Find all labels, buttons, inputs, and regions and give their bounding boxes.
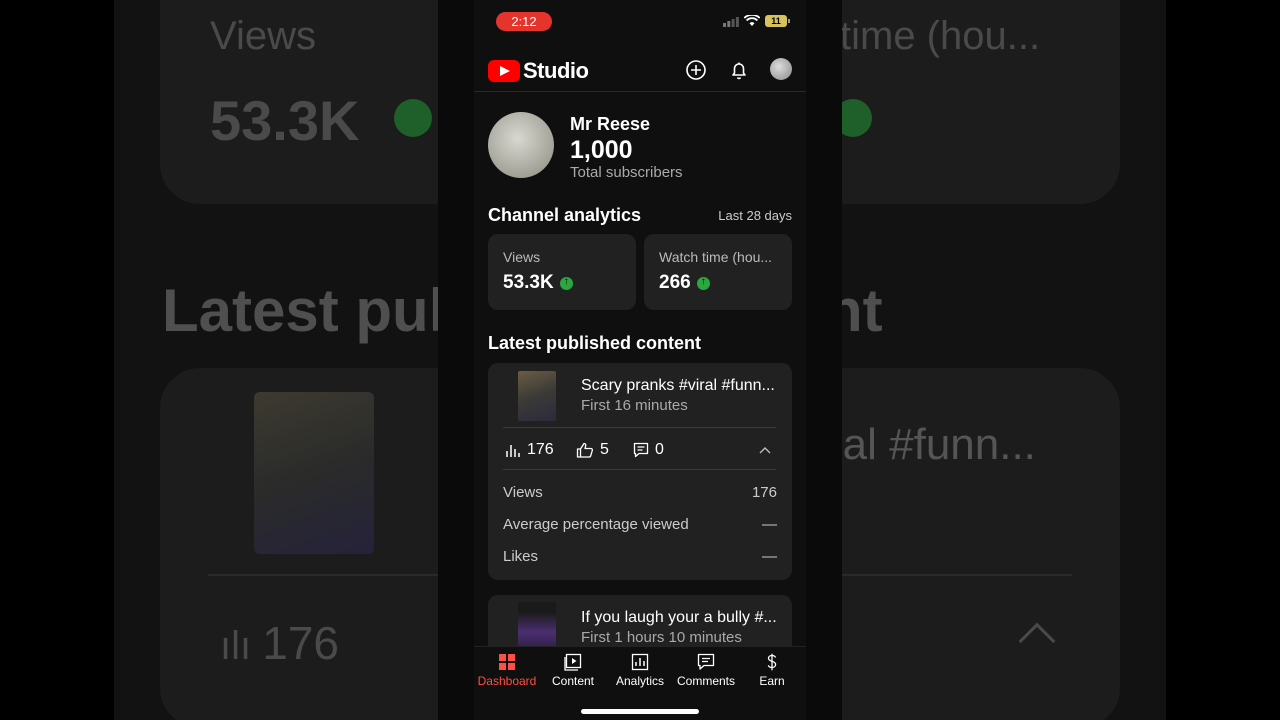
views-value-row: 53.3K [503,272,573,294]
battery-icon: 11 [765,15,790,27]
app-bar: Studio [474,54,806,92]
nav-label: Earn [759,674,785,688]
video-thumbnail[interactable] [518,371,556,421]
watch-time-label: Watch time (hou... [659,249,773,265]
youtube-logo-icon [488,60,520,82]
thumbs-up-icon [576,442,594,458]
content-icon [564,653,582,671]
bg-latest-title: Latest pul [162,277,438,344]
phone-screen: 2:12 11 Studio Mr Reese 1,000 Total subs… [474,0,806,720]
status-bar: 2:12 11 [474,12,806,32]
analytics-period: Last 28 days [718,208,792,223]
comments-icon [697,653,715,670]
nav-earn[interactable]: Earn [739,653,805,688]
nav-label: Analytics [615,674,665,688]
detail-value: 176 [751,484,777,501]
logo-text: Studio [523,58,589,83]
divider [503,427,776,428]
content-card-1[interactable]: Scary pranks #viral #funn... First 16 mi… [488,363,792,580]
bg-video-title: ral #funn... [842,420,1036,469]
views-card[interactable]: Views 53.3K [488,234,636,310]
video-subtitle: First 16 minutes [581,397,688,414]
video-subtitle: First 1 hours 10 minutes [581,629,742,646]
bg-stat: ılı 176 [220,617,339,669]
views-label: Views [503,249,541,265]
comments-stat: 0 [633,441,664,459]
watch-time-card[interactable]: Watch time (hou... 266 [644,234,792,310]
nav-label: Dashboard [477,674,537,688]
comment-icon [633,442,649,458]
views-stat: 176 [505,441,554,459]
bg-up-icon [394,99,432,137]
detail-value: — [762,516,777,533]
account-avatar[interactable] [770,58,792,80]
trend-up-icon [696,276,710,290]
views-bar-icon [506,445,520,457]
signal-icon [723,17,739,27]
studio-logo[interactable]: Studio [488,58,589,84]
analytics-icon [631,653,649,671]
bottom-nav: Dashboard Content Analytics Comments Ear… [474,646,806,720]
detail-value: — [762,548,777,565]
bg-watch-label: time (hou... [842,14,1041,58]
watch-time-value: 266 [659,272,691,293]
video-title[interactable]: Scary pranks #viral #funn... [581,377,781,395]
channel-header: Mr Reese 1,000 Total subscribers [488,112,792,182]
detail-label: Likes [503,548,539,565]
nav-content[interactable]: Content [540,653,606,688]
detail-label: Average percentage viewed [503,516,689,533]
bg-divider [208,574,438,576]
bg-thumb [254,392,374,554]
views-count: 176 [527,441,554,458]
status-time: 2:12 [496,12,552,31]
nav-comments[interactable]: Comments [673,653,739,688]
views-value: 53.3K [503,272,554,293]
video-thumbnail[interactable] [518,602,556,652]
bg-latest-title-right: nt [842,277,883,344]
bg-views-label: Views [210,14,316,58]
channel-avatar[interactable] [488,112,554,178]
wifi-icon [744,15,760,26]
notifications-icon[interactable] [728,59,750,81]
likes-count: 5 [600,441,609,458]
analytics-header: Channel analytics Last 28 days [488,205,792,226]
divider [503,469,776,470]
background-left: Views 53.3K Latest pul ılı 176 [114,0,438,720]
dashboard-icon [499,654,515,670]
bg-views-value: 53.3K [210,89,360,152]
latest-header: Latest published content [488,333,792,354]
video-title[interactable]: If you laugh your a bully #... [581,609,781,627]
subscriber-label: Total subscribers [570,164,683,181]
nav-analytics[interactable]: Analytics [607,653,673,688]
detail-label: Views [503,484,543,501]
nav-dashboard[interactable]: Dashboard [474,653,540,688]
dollar-icon [767,653,777,671]
latest-title: Latest published content [488,333,702,353]
comments-count: 0 [655,441,664,458]
subscriber-count: 1,000 [570,136,633,164]
channel-name: Mr Reese [570,114,651,134]
nav-label: Comments [676,674,735,688]
bg-divider-right [842,574,1072,576]
likes-stat: 5 [576,441,609,459]
home-indicator[interactable] [581,709,699,714]
watch-time-value-row: 266 [659,272,710,294]
background-right: time (hou... nt ral #funn... [842,0,1166,720]
nav-label: Content [551,674,595,688]
chevron-up-icon[interactable] [759,446,771,454]
trend-up-icon [559,276,573,290]
create-icon[interactable] [685,59,707,81]
